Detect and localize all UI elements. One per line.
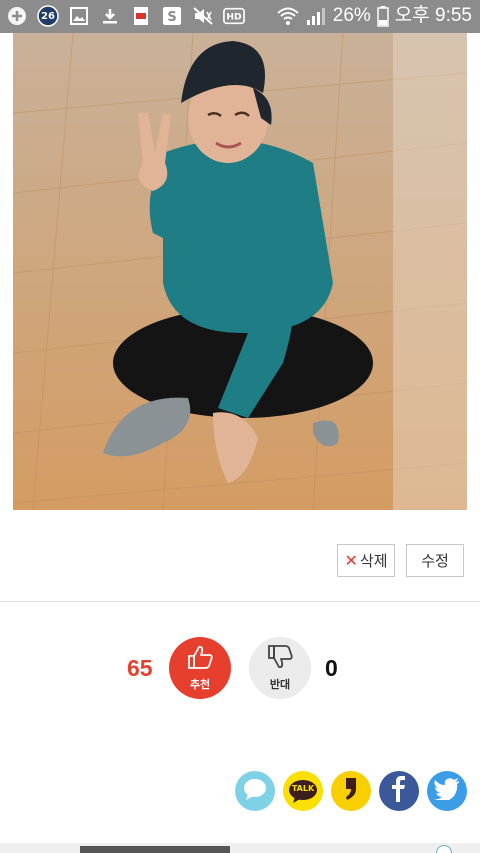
- twitter-icon: [434, 778, 460, 804]
- status-bar: 26 S HD 26% 오후 9:55: [0, 0, 480, 33]
- photo-illustration: [13, 33, 467, 510]
- share-facebook-button[interactable]: [379, 771, 419, 811]
- upvote-button[interactable]: 추천: [169, 637, 231, 699]
- notification-badge-icon: 26: [37, 5, 59, 27]
- next-content-strip: [0, 843, 480, 853]
- modify-button-label: 수정: [421, 552, 449, 570]
- thumbs-up-icon: [185, 644, 215, 674]
- svg-text:S: S: [167, 10, 176, 25]
- status-bar-icons-right: 26% 오후 9:55: [277, 4, 472, 28]
- mute-icon: [192, 5, 214, 27]
- share-talk-bubble-button[interactable]: [235, 771, 275, 811]
- svg-text:HD: HD: [226, 12, 242, 23]
- delete-button[interactable]: ✕ 삭제: [337, 544, 395, 577]
- kakaostory-icon: [341, 776, 361, 806]
- share-kakaostory-button[interactable]: [331, 771, 371, 811]
- kakaotalk-label: TALK: [291, 784, 315, 793]
- post-photo[interactable]: [13, 33, 467, 510]
- speech-bubble-icon: [242, 777, 268, 805]
- clock: 오후 9:55: [394, 5, 472, 26]
- gallery-icon: [68, 5, 90, 27]
- signal-icon: [305, 5, 327, 27]
- facebook-icon: [390, 776, 408, 806]
- kakaotalk-icon: TALK: [287, 778, 319, 804]
- share-kakaotalk-button[interactable]: TALK: [283, 771, 323, 811]
- status-bar-icons-left: 26 S HD: [6, 5, 245, 27]
- modify-button[interactable]: 수정: [406, 544, 464, 577]
- upvote-count: 65: [127, 655, 153, 681]
- add-icon: [6, 5, 28, 27]
- downvote-button[interactable]: 반대: [249, 637, 311, 699]
- battery-percent: 26%: [332, 5, 371, 26]
- share-twitter-button[interactable]: [427, 771, 467, 811]
- pdf-file-icon: [130, 5, 152, 27]
- thumbs-down-icon: [265, 644, 295, 674]
- download-icon: [99, 5, 121, 27]
- delete-button-label: 삭제: [359, 552, 388, 570]
- downvote-label: 반대: [269, 678, 291, 691]
- upvote-label: 추천: [189, 678, 211, 691]
- wifi-icon: [277, 5, 299, 27]
- notification-count: 26: [41, 11, 55, 22]
- divider: [0, 601, 480, 602]
- battery-icon: [377, 5, 389, 27]
- s-app-icon: S: [161, 5, 183, 27]
- close-icon: ✕: [344, 551, 358, 570]
- hd-icon: HD: [223, 5, 245, 27]
- next-content-thumbnail[interactable]: [80, 846, 230, 853]
- downvote-count: 0: [325, 655, 338, 681]
